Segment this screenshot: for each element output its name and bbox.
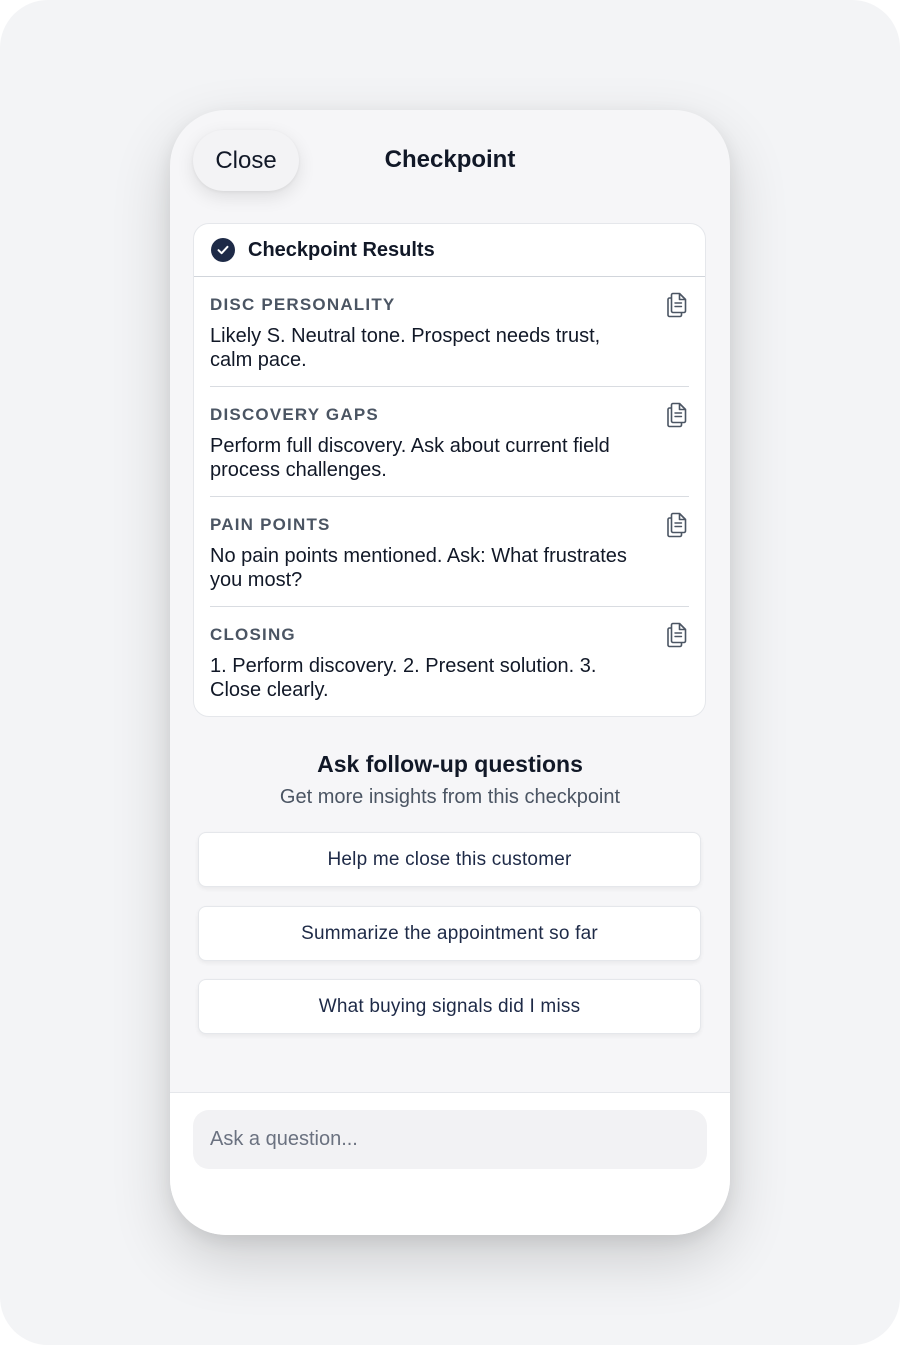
ask-question-input[interactable] <box>193 1110 707 1169</box>
section-text: No pain points mentioned. Ask: What frus… <box>210 545 627 591</box>
input-footer <box>170 1092 730 1235</box>
followup-subtitle: Get more insights from this checkpoint <box>279 786 621 808</box>
section-label: DISCOVERY GAPS <box>210 405 379 424</box>
suggestion-button-buying-signals[interactable]: What buying signals did I miss <box>198 979 701 1034</box>
followup-title: Ask follow-up questions <box>317 751 583 777</box>
section-text: Perform full discovery. Ask about curren… <box>210 435 610 481</box>
check-circle-icon <box>211 238 235 262</box>
section-label: DISC PERSONALITY <box>210 295 396 314</box>
section-label: PAIN POINTS <box>210 515 331 534</box>
copy-icon[interactable] <box>665 621 689 649</box>
close-button[interactable]: Close <box>193 130 299 191</box>
result-section-closing: CLOSING 1. Perform discovery. 2. Present… <box>210 607 689 716</box>
result-section-discovery-gaps: DISCOVERY GAPS Perform full discovery. A… <box>210 387 689 497</box>
phone-screen: Close Checkpoint Checkpoint Results DISC… <box>170 110 730 1235</box>
suggestion-button-summarize[interactable]: Summarize the appointment so far <box>198 906 701 961</box>
copy-icon[interactable] <box>665 401 689 429</box>
section-label: CLOSING <box>210 625 296 644</box>
result-section-disc-personality: DISC PERSONALITY Likely S. Neutral tone.… <box>210 277 689 387</box>
card-header: Checkpoint Results <box>194 224 705 277</box>
result-section-pain-points: PAIN POINTS No pain points mentioned. As… <box>210 497 689 607</box>
suggestion-button-close-customer[interactable]: Help me close this customer <box>198 832 701 887</box>
card-title: Checkpoint Results <box>248 238 435 261</box>
copy-icon[interactable] <box>665 511 689 539</box>
section-text: Likely S. Neutral tone. Prospect needs t… <box>210 325 601 371</box>
checkpoint-results-card: Checkpoint Results DISC PERSONALITY Like… <box>193 223 706 717</box>
section-text: 1. Perform discovery. 2. Present solutio… <box>210 655 597 701</box>
copy-icon[interactable] <box>665 291 689 319</box>
